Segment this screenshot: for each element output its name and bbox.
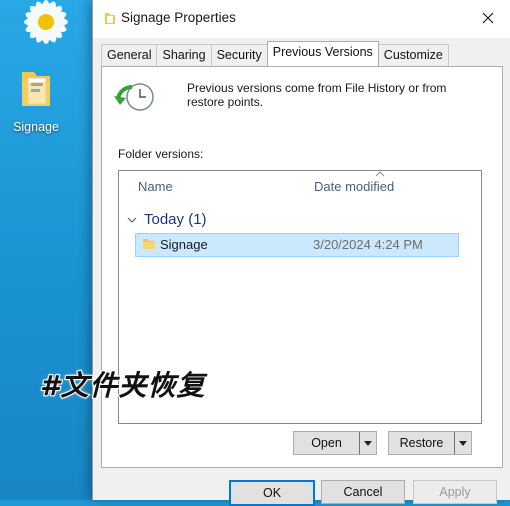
desktop-icon-label: Signage <box>13 120 59 134</box>
tab-security[interactable]: Security <box>210 44 268 66</box>
cancel-button[interactable]: Cancel <box>321 480 405 504</box>
restore-button[interactable]: Restore <box>389 432 454 454</box>
flower-decoration <box>24 0 68 44</box>
folder-icon <box>105 13 115 24</box>
open-dropdown-button[interactable] <box>359 432 376 454</box>
open-button[interactable]: Open <box>294 432 359 454</box>
dropdown-arrow-icon <box>364 440 372 446</box>
tab-customize[interactable]: Customize <box>377 44 449 66</box>
dropdown-arrow-icon <box>459 440 467 446</box>
restore-dropdown-button[interactable] <box>454 432 471 454</box>
apply-button[interactable]: Apply <box>413 480 497 504</box>
row-name: Signage <box>160 237 208 252</box>
overlay-caption: #文件夹恢复 <box>39 368 206 403</box>
close-icon <box>482 12 494 24</box>
desktop-icon-signage[interactable]: Signage <box>8 68 64 134</box>
row-date: 3/20/2024 4:24 PM <box>313 237 423 252</box>
info-text: Previous versions come from File History… <box>187 81 447 109</box>
restore-split-button[interactable]: Restore <box>388 431 472 455</box>
table-row[interactable]: Signage 3/20/2024 4:24 PM <box>135 233 459 257</box>
chevron-down-icon <box>127 217 137 223</box>
properties-dialog: Signage Properties General Sharing Secur… <box>92 0 510 506</box>
group-header-today[interactable]: Today (1) <box>127 211 207 228</box>
folder-versions-label: Folder versions: <box>118 147 204 161</box>
column-header-name[interactable]: Name <box>138 179 173 194</box>
folder-icon <box>22 72 50 106</box>
open-split-button[interactable]: Open <box>293 431 377 455</box>
tab-general[interactable]: General <box>101 44 158 66</box>
tab-strip: General Sharing Security Previous Versio… <box>101 41 449 66</box>
folder-icon <box>143 239 155 249</box>
previous-versions-panel: Previous versions come from File History… <box>101 66 503 468</box>
title-bar[interactable]: Signage Properties <box>93 0 510 38</box>
dialog-title: Signage Properties <box>121 10 236 25</box>
close-button[interactable] <box>465 0 510 36</box>
sort-chevron-icon <box>375 171 385 177</box>
ok-button[interactable]: OK <box>229 480 315 506</box>
tab-previous-versions[interactable]: Previous Versions <box>266 41 379 66</box>
column-header-date[interactable]: Date modified <box>314 179 394 194</box>
tab-sharing[interactable]: Sharing <box>156 44 212 66</box>
restore-clock-icon <box>114 83 154 111</box>
group-label: Today (1) <box>144 211 207 228</box>
